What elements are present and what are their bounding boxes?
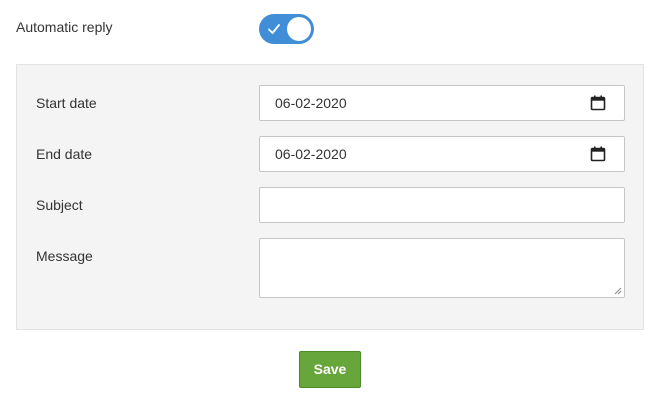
- message-label: Message: [36, 248, 93, 264]
- automatic-reply-label: Automatic reply: [16, 19, 113, 35]
- calendar-icon[interactable]: [590, 95, 606, 111]
- end-date-value: 06-02-2020: [275, 146, 347, 162]
- start-date-value: 06-02-2020: [275, 95, 347, 111]
- automatic-reply-row: Automatic reply: [16, 14, 636, 44]
- toggle-knob: [287, 17, 311, 41]
- start-date-label: Start date: [36, 95, 97, 111]
- automatic-reply-toggle[interactable]: [259, 14, 314, 44]
- auto-reply-form-panel: Start date 06-02-2020 End date 06-02-202…: [16, 64, 644, 330]
- message-textarea[interactable]: [259, 238, 625, 298]
- subject-input[interactable]: [259, 187, 625, 223]
- end-date-label: End date: [36, 146, 93, 162]
- resize-grip-icon[interactable]: [614, 287, 622, 295]
- calendar-icon[interactable]: [590, 146, 606, 162]
- end-date-input[interactable]: 06-02-2020: [259, 136, 625, 172]
- save-button[interactable]: Save: [299, 351, 361, 388]
- check-icon: [268, 24, 280, 34]
- subject-label: Subject: [36, 197, 83, 213]
- start-date-input[interactable]: 06-02-2020: [259, 85, 625, 121]
